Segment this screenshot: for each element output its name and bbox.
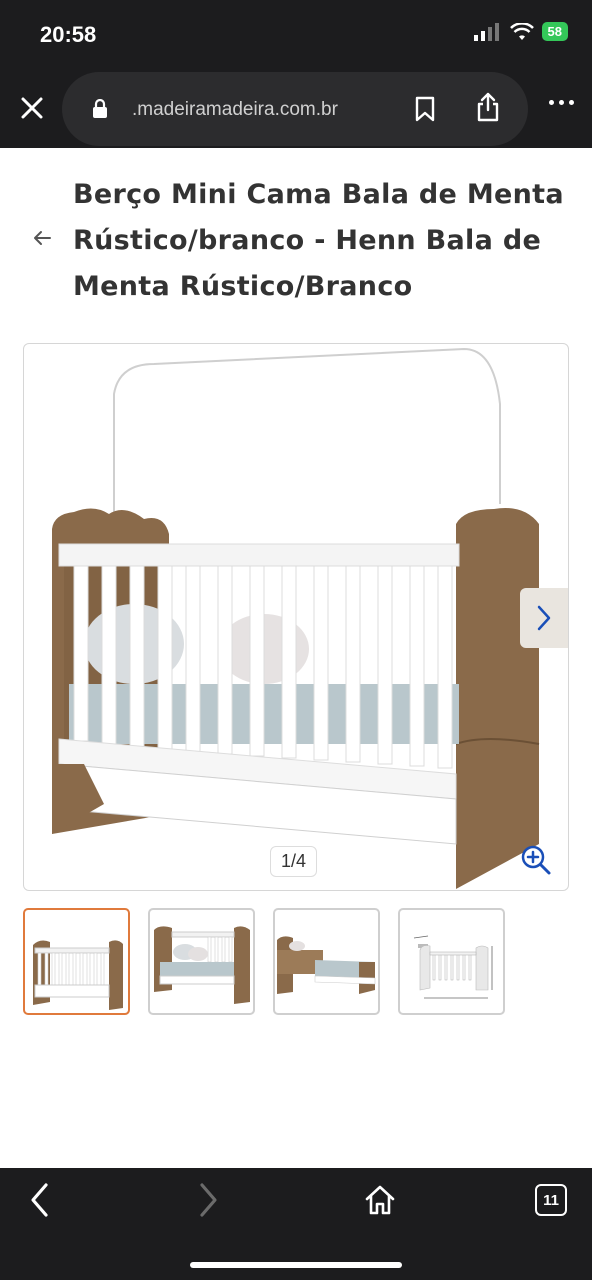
address-bar[interactable]: .madeiramadeira.com.br	[62, 72, 528, 146]
back-icon[interactable]	[28, 1182, 52, 1218]
crib-image	[52, 347, 540, 889]
product-main-image[interactable]: 1/4	[23, 343, 569, 891]
more-options-icon[interactable]	[549, 100, 574, 105]
forward-icon[interactable]	[196, 1182, 220, 1218]
thumbnail-strip	[23, 908, 505, 1015]
close-icon[interactable]	[16, 92, 48, 124]
status-icons: 58	[473, 22, 568, 41]
lock-icon	[93, 99, 107, 118]
share-icon[interactable]	[476, 92, 500, 122]
thumb-mini-bed[interactable]	[273, 908, 380, 1015]
wifi-icon	[509, 22, 534, 40]
chevron-right-icon	[537, 605, 551, 631]
bookmark-icon[interactable]	[414, 96, 436, 122]
product-title: Berço Mini Cama Bala de Menta Rústico/br…	[73, 179, 564, 302]
tabs-button[interactable]: 11	[535, 1184, 567, 1216]
zoom-in-icon[interactable]	[520, 844, 552, 876]
browser-toolbar: .madeiramadeira.com.br	[0, 70, 592, 148]
status-time: 20:58	[40, 22, 97, 47]
signal-icon	[473, 22, 499, 41]
next-image-button[interactable]	[520, 588, 568, 648]
image-counter: 1/4	[270, 846, 318, 877]
home-indicator	[190, 1262, 402, 1268]
thumb-crib-dimensions[interactable]	[398, 908, 505, 1015]
battery-indicator: 58	[541, 22, 568, 41]
back-arrow-icon[interactable]	[32, 228, 52, 248]
url-text[interactable]: .madeiramadeira.com.br	[132, 99, 338, 121]
status-bar: 20:58 58	[0, 0, 592, 70]
thumb-crib-side[interactable]	[148, 908, 255, 1015]
thumb-crib-front[interactable]	[23, 908, 130, 1015]
home-icon[interactable]	[364, 1184, 396, 1216]
